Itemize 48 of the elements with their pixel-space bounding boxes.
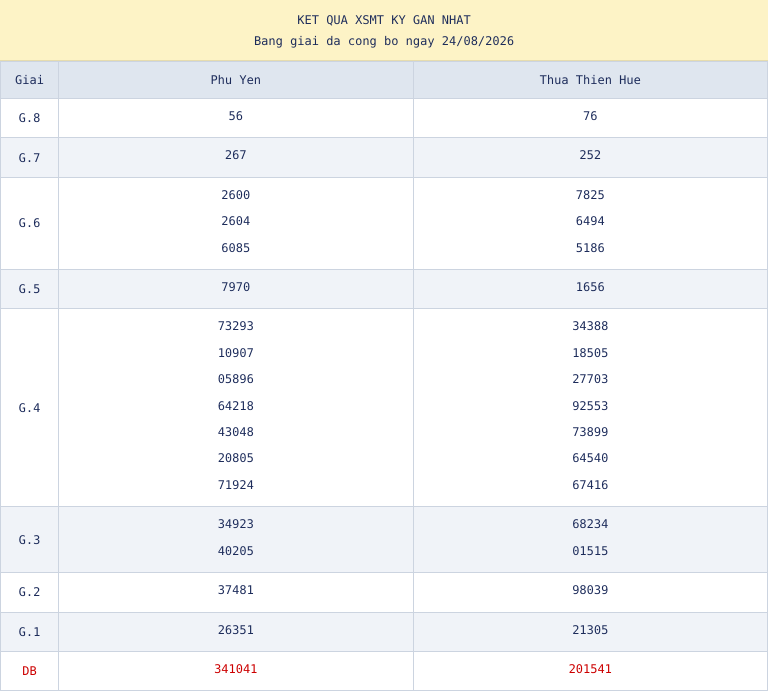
result-number: 92553 [571, 398, 610, 415]
result-number: 76 [582, 108, 598, 125]
result-number: 267 [224, 147, 248, 164]
result-number: 01515 [571, 542, 610, 560]
result-number: 71924 [216, 476, 255, 494]
result-number: 21305 [571, 622, 610, 638]
result-number: 56 [228, 108, 244, 125]
result-number: 40205 [216, 542, 255, 560]
prize-cell: G.2 [0, 572, 58, 612]
column-header: Giai [0, 62, 58, 98]
result-number: 7825 [574, 186, 606, 204]
result-number: 5186 [574, 240, 606, 257]
result-number: 18505 [571, 344, 610, 362]
result-number: 6085 [220, 240, 252, 257]
column-header: Thua Thien Hue [413, 62, 768, 98]
result-number: 2600 [220, 186, 252, 204]
result-number: 37481 [216, 582, 255, 600]
result-number: 27703 [571, 371, 610, 388]
page-title: KET QUA XSMT KY GAN NHAT [297, 12, 471, 26]
prize-cell: G.3 [0, 506, 58, 573]
result-number: 68234 [571, 516, 610, 534]
result-number: 252 [578, 147, 602, 164]
prize-cell: DB [0, 651, 58, 691]
result-number: 34388 [571, 318, 610, 336]
page-subtitle: Bang giai da cong bo ngay 24/08/2026 [254, 34, 514, 48]
column-header: Phu Yen [58, 62, 413, 98]
result-number: 10907 [216, 344, 255, 362]
prize-cell: G.5 [0, 270, 58, 309]
result-number: 64218 [216, 398, 255, 415]
result-number: 1656 [574, 279, 606, 296]
result-number: 64540 [571, 450, 610, 468]
prize-cell: G.1 [0, 612, 58, 652]
result-number: 20805 [216, 450, 255, 468]
prize-cell: G.4 [0, 308, 58, 507]
result-number: 341041 [213, 660, 258, 678]
prize-cell: G.7 [0, 138, 58, 178]
result-number: 67416 [571, 476, 610, 494]
result-number: 201541 [568, 660, 613, 678]
result-number: 73899 [571, 424, 610, 442]
result-number: 26351 [216, 622, 255, 638]
result-number: 05896 [216, 371, 255, 388]
result-number: 34923 [216, 516, 255, 534]
result-number: 73293 [216, 318, 255, 336]
result-number: 43048 [216, 424, 255, 442]
result-number: 2604 [220, 213, 252, 230]
result-number: 6494 [574, 213, 606, 230]
result-number: 7970 [220, 279, 252, 296]
result-number: 98039 [571, 582, 610, 600]
